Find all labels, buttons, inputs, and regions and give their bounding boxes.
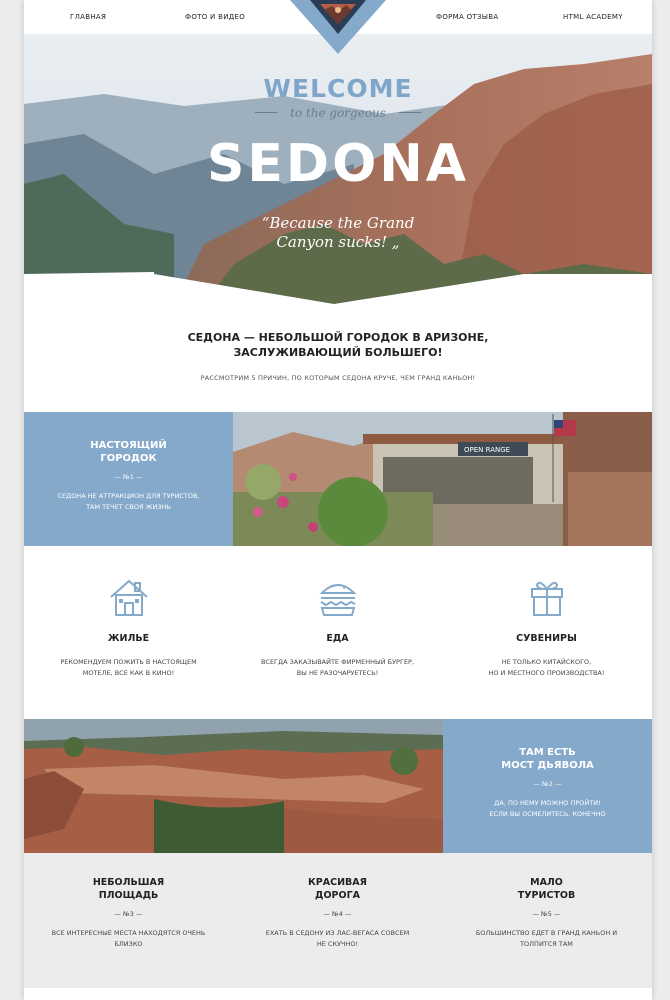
intro-title-line2: ЗАСЛУЖИВАЮЩИЙ БОЛЬШЕГО! (233, 346, 443, 359)
reason-2-number: — №2 — (533, 780, 562, 788)
reason-5-title-line1: МАЛО (530, 877, 563, 888)
hero-title: SEDONA (206, 134, 470, 194)
feature-food-text-line1: ВСЕГДА ЗАКАЗЫВАЙТЕ ФИРМЕННЫЙ БУРГЕР, (260, 658, 415, 666)
reason-3-title-line1: НЕБОЛЬШАЯ (92, 877, 165, 888)
intro-subtitle: РАССМОТРИМ 5 ПРИЧИН, ПО КОТОРЫМ СЕДОНА К… (200, 374, 476, 382)
divider-line (399, 112, 422, 113)
reason-1-title-line2: ГОРОДОК (100, 453, 157, 464)
reason-1-card: НАСТОЯЩИЙ ГОРОДОК — №1 — СЕДОНА НЕ АТТРА… (24, 412, 233, 546)
city-of-sedona-logo[interactable] (290, 0, 386, 54)
reason-2-text-line1: ДА, ПО НЕМУ МОЖНО ПРОЙТИ! (494, 799, 601, 807)
reason-2-title-line1: ТАМ ЕСТЬ (519, 747, 576, 758)
feature-housing-text: РЕКОМЕНДУЕМ ПОЖИТЬ В НАСТОЯЩЕМ МОТЕЛЕ, В… (24, 657, 233, 679)
hero-quote-line1: “Because the Grand (261, 214, 415, 232)
feature-souvenirs-text-line2: НО И МЕСТНОГО ПРОИЗВОДСТВА! (488, 669, 605, 677)
feature-souvenirs-text-line1: НЕ ТОЛЬКО КИТАЙСКОГО, (501, 658, 592, 666)
house-icon (109, 579, 148, 616)
feature-housing-text-line1: РЕКОМЕНДУЕМ ПОЖИТЬ В НАСТОЯЩЕМ (60, 658, 197, 666)
nav-link-photo-video[interactable]: ФОТО И ВИДЕО (185, 13, 245, 21)
reason-3: НЕБОЛЬШАЯ ПЛОЩАДЬ — №3 — ВСЕ ИНТЕРЕСНЫЕ … (24, 876, 233, 950)
reason-5-number: — №5 — (532, 910, 561, 918)
reason-2-title-line2: МОСТ ДЬЯВОЛА (501, 760, 594, 771)
feature-food: ЕДА ВСЕГДА ЗАКАЗЫВАЙТЕ ФИРМЕННЫЙ БУРГЕР,… (233, 575, 442, 679)
feature-housing-text-line2: МОТЕЛЕ, ВСЕ КАК В КИНО! (82, 669, 175, 677)
reason-4-number: — №4 — (323, 910, 352, 918)
feature-food-text: ВСЕГДА ЗАКАЗЫВАЙТЕ ФИРМЕННЫЙ БУРГЕР, ВЫ … (233, 657, 442, 679)
hero-quote: “Because the Grand Canyon sucks! „ (24, 214, 652, 252)
reason-3-title-line2: ПЛОЩАДЬ (98, 890, 159, 901)
reason-5-text-line1: БОЛЬШИНСТВО ЕДЕТ В ГРАНД КАНЬОН И (475, 929, 618, 937)
reason-1-text-line2: ТАМ ТЕЧЕТ СВОЯ ЖИЗНЬ (86, 503, 171, 511)
feature-souvenirs: СУВЕНИРЫ НЕ ТОЛЬКО КИТАЙСКОГО, НО И МЕСТ… (442, 575, 651, 679)
hero-welcome: WELCOME (263, 74, 413, 103)
reason-2-card: ТАМ ЕСТЬ МОСТ ДЬЯВОЛА — №2 — ДА, ПО НЕМУ… (443, 719, 652, 853)
reason-4: КРАСИВАЯ ДОРОГА — №4 — ЕХАТЬ В СЕДОНУ ИЗ… (233, 876, 442, 950)
burger-icon (319, 584, 356, 616)
hero-subtitle-row: to the gorgeous (24, 102, 652, 121)
reason-2-text: ДА, ПО НЕМУ МОЖНО ПРОЙТИ! ЕСЛИ ВЫ ОСМЕЛИ… (443, 798, 652, 820)
reason-4-title-line1: КРАСИВАЯ (308, 877, 367, 888)
reason-5-text-line2: ТОЛПИТСЯ ТАМ (520, 940, 573, 948)
hero-quote-line2: Canyon sucks! „ (276, 233, 400, 251)
reason-1-text: СЕДОНА НЕ АТТРАКЦИОН ДЛЯ ТУРИСТОВ, ТАМ Т… (24, 491, 233, 513)
devils-bridge-photo (24, 719, 443, 853)
hero-section: WELCOME to the gorgeous SEDONA “Because … (24, 34, 652, 304)
gift-icon (530, 581, 563, 616)
reason-3-text: ВСЕ ИНТЕРЕСНЫЕ МЕСТА НАХОДЯТСЯ ОЧЕНЬ БЛИ… (24, 928, 233, 950)
open-range-sign: OPEN RANGE (464, 446, 510, 454)
feature-souvenirs-title: СУВЕНИРЫ (516, 633, 577, 644)
reason-4-text: ЕХАТЬ В СЕДОНУ ИЗ ЛАС-ВЕГАСА СОВСЕМ НЕ С… (233, 928, 442, 950)
reason-1-title-line1: НАСТОЯЩИЙ (90, 440, 167, 451)
town-street-photo: OPEN RANGE (233, 412, 652, 546)
hero-subtitle: to the gorgeous (290, 106, 386, 120)
reason-4-text-line2: НЕ СКУЧНО! (316, 940, 359, 948)
reason-3-text-line1: ВСЕ ИНТЕРЕСНЫЕ МЕСТА НАХОДЯТСЯ ОЧЕНЬ (51, 929, 206, 937)
reason-5-title-line2: ТУРИСТОВ (517, 890, 576, 901)
reason-5: МАЛО ТУРИСТОВ — №5 — БОЛЬШИНСТВО ЕДЕТ В … (442, 876, 651, 950)
reason-4-title-line2: ДОРОГА (315, 890, 360, 901)
reason-3-number: — №3 — (114, 910, 143, 918)
nav-link-home[interactable]: ГЛАВНАЯ (70, 13, 106, 21)
feature-housing-title: ЖИЛЬЕ (107, 633, 150, 644)
feature-food-title: ЕДА (326, 633, 349, 644)
reason-2-text-line2: ЕСЛИ ВЫ ОСМЕЛИТЕСЬ, КОНЕЧНО (489, 810, 606, 818)
feature-food-text-line2: ВЫ НЕ РАЗОЧАРУЕТЕСЬ! (296, 669, 379, 677)
intro-title-line1: СЕДОНА — НЕБОЛЬШОЙ ГОРОДОК В АРИЗОНЕ, (187, 331, 489, 344)
nav-link-html-academy[interactable]: HTML ACADEMY (563, 13, 623, 21)
feature-housing: ЖИЛЬЕ РЕКОМЕНДУЕМ ПОЖИТЬ В НАСТОЯЩЕМ МОТ… (24, 575, 233, 679)
reason-3-text-line2: БЛИЗКО (114, 940, 143, 948)
intro-title: СЕДОНА — НЕБОЛЬШОЙ ГОРОДОК В АРИЗОНЕ, ЗА… (24, 330, 652, 360)
nav-link-feedback[interactable]: ФОРМА ОТЗЫВА (436, 13, 498, 21)
divider-line (254, 112, 277, 113)
reason-1-number: — №1 — (114, 473, 143, 481)
reason-1-text-line1: СЕДОНА НЕ АТТРАКЦИОН ДЛЯ ТУРИСТОВ, (57, 492, 200, 500)
page: WELCOME to the gorgeous SEDONA “Because … (24, 0, 652, 1000)
reason-5-text: БОЛЬШИНСТВО ЕДЕТ В ГРАНД КАНЬОН И ТОЛПИТ… (442, 928, 651, 950)
feature-souvenirs-text: НЕ ТОЛЬКО КИТАЙСКОГО, НО И МЕСТНОГО ПРОИ… (442, 657, 651, 679)
reason-4-text-line1: ЕХАТЬ В СЕДОНУ ИЗ ЛАС-ВЕГАСА СОВСЕМ (265, 929, 410, 937)
